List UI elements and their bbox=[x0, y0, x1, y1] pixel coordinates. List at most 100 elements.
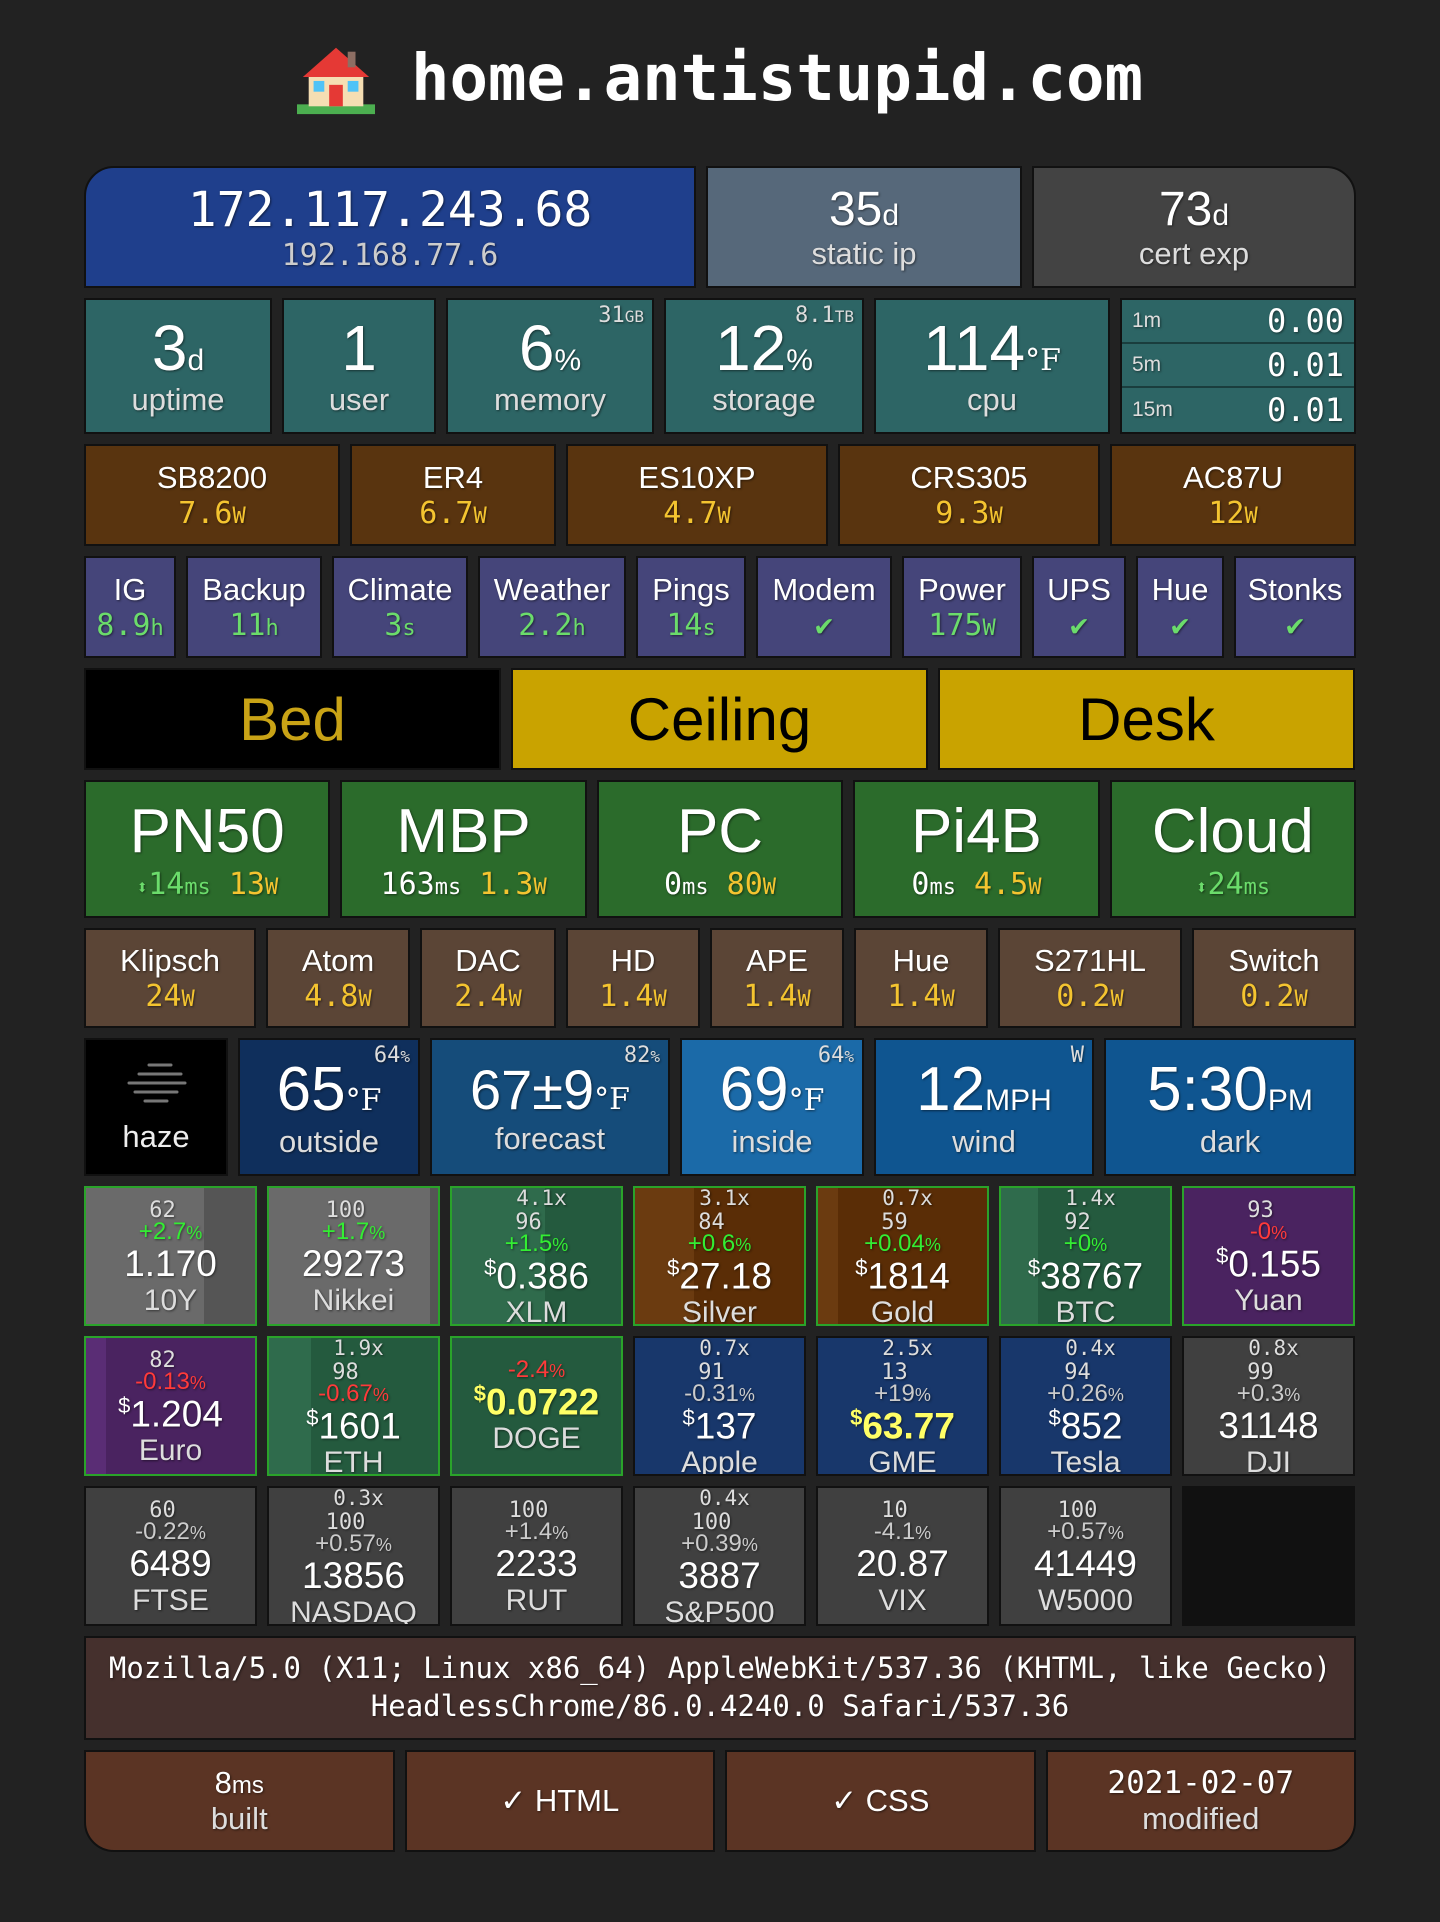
stock-price-value: 38767 bbox=[1040, 1255, 1144, 1297]
job-value: ✔ bbox=[1070, 608, 1088, 643]
job-tile: IG 8.9h bbox=[84, 556, 176, 658]
stock-change: +0.3% bbox=[1237, 1382, 1300, 1406]
stock-name: Yuan bbox=[1234, 1284, 1303, 1318]
stock-change: +0.57% bbox=[315, 1532, 392, 1556]
stock-price-value: 1.204 bbox=[130, 1393, 223, 1435]
css-validator-link[interactable]: ✓ CSS bbox=[725, 1750, 1036, 1852]
gear-tile: ER4 6.7W bbox=[350, 444, 556, 546]
forecast-unit: °F bbox=[594, 1082, 630, 1118]
stock-change-value: +1.4 bbox=[504, 1518, 553, 1546]
stock-name: GME bbox=[868, 1446, 937, 1476]
stock-name: S&P500 bbox=[664, 1596, 775, 1626]
computer-tile: Cloud ⬍24ms bbox=[1109, 780, 1357, 918]
computer-name: MBP bbox=[396, 797, 531, 866]
stock-tile: 0.3x 100 +0.57% 13856 NASDAQ bbox=[267, 1486, 440, 1626]
device-power-value: 0.2 bbox=[1056, 978, 1111, 1014]
stock-tile: 0.7x 59 +0.04% $1814 Gold bbox=[816, 1186, 989, 1326]
job-value-unit: h bbox=[265, 615, 279, 641]
stock-price: $0.155 bbox=[1216, 1244, 1321, 1285]
stock-change-value: -0.31 bbox=[684, 1380, 739, 1408]
device-power-value: 1.4 bbox=[599, 978, 654, 1014]
computer-power: 1.3 bbox=[479, 867, 534, 902]
percent-sign: % bbox=[372, 1385, 389, 1406]
check-icon: ✔ bbox=[1170, 607, 1190, 643]
check-icon: ✔ bbox=[1069, 607, 1089, 643]
storage-unit: % bbox=[786, 344, 813, 378]
built-time-value: 8 bbox=[214, 1765, 232, 1800]
gear-tile: SB8200 7.6W bbox=[84, 444, 340, 546]
outside-humidity: 64% bbox=[374, 1043, 410, 1068]
percent-sign: % bbox=[1271, 1223, 1288, 1244]
stock-name: 10Y bbox=[143, 1284, 198, 1318]
computer-stats: ⬍24ms bbox=[1195, 867, 1270, 902]
load-average-tile: 1m 0.00 5m 0.01 15m 0.01 bbox=[1120, 298, 1356, 434]
computer-ping: 24 bbox=[1207, 867, 1244, 902]
stock-score-bar bbox=[818, 1188, 839, 1324]
uptime-label: uptime bbox=[131, 381, 225, 417]
gear-name: AC87U bbox=[1183, 459, 1283, 495]
updown-arrow-icon: ⬍ bbox=[1195, 875, 1208, 899]
user-label: user bbox=[328, 381, 390, 417]
built-time-tile: 8ms built bbox=[84, 1750, 395, 1852]
stock-change-value: +0.04 bbox=[864, 1230, 925, 1258]
lights-row: Bed Ceiling Desk bbox=[84, 668, 1356, 770]
job-value-number: 3 bbox=[384, 607, 403, 643]
inside-temp-unit: °F bbox=[788, 1083, 825, 1119]
percent-sign: % bbox=[369, 1223, 386, 1244]
ip-tile: 172.117.243.68 192.168.77.6 bbox=[84, 166, 696, 288]
stock-change: +0.04% bbox=[864, 1232, 941, 1256]
stock-price: $27.18 bbox=[667, 1256, 772, 1297]
load-value: 0.01 bbox=[1266, 346, 1344, 384]
gear-power: 9.3W bbox=[935, 496, 1002, 531]
device-name: APE bbox=[745, 942, 809, 978]
device-power-value: 1.4 bbox=[887, 978, 942, 1014]
user-agent: Mozilla/5.0 (X11; Linux x86_64) AppleWeb… bbox=[84, 1636, 1356, 1740]
stock-multiplier: 0.7x bbox=[699, 1336, 750, 1361]
device-power-value: 1.4 bbox=[743, 978, 798, 1014]
stock-name: Silver bbox=[681, 1296, 757, 1326]
stock-change: -0% bbox=[1250, 1220, 1287, 1244]
wind-tile: W 12MPH wind bbox=[874, 1038, 1094, 1176]
device-tile: Hue 1.4W bbox=[854, 928, 988, 1028]
job-value: ✔ bbox=[1286, 608, 1304, 643]
check-icon: ✔ bbox=[1285, 607, 1305, 643]
light-desk-button[interactable]: Desk bbox=[938, 668, 1355, 770]
network-row: 172.117.243.68 192.168.77.6 35d static i… bbox=[84, 166, 1356, 288]
computer-power: 13 bbox=[228, 867, 265, 902]
stock-price: 29273 bbox=[302, 1244, 405, 1285]
device-power-value: 4.8 bbox=[304, 978, 359, 1014]
stock-change-value: +1.7 bbox=[321, 1218, 370, 1246]
stock-tile: 62 +2.7% 1.170 10Y bbox=[84, 1186, 257, 1326]
stock-price: 2233 bbox=[495, 1544, 577, 1585]
static-ip-label: static ip bbox=[811, 236, 917, 272]
computer-power-unit: W bbox=[265, 875, 279, 900]
user-value: 1 bbox=[341, 312, 377, 385]
percent-sign: % bbox=[186, 1223, 203, 1244]
light-bed-button[interactable]: Bed bbox=[84, 668, 501, 770]
percent-sign: % bbox=[552, 1235, 569, 1256]
stock-multiplier: 2.5x bbox=[882, 1336, 933, 1361]
computer-power: 80 bbox=[726, 867, 763, 902]
gear-power-unit: W bbox=[1244, 503, 1258, 529]
stock-change-value: +19 bbox=[874, 1380, 915, 1408]
stock-price-value: 0.386 bbox=[496, 1255, 589, 1297]
stock-change-value: +0.57 bbox=[1047, 1518, 1108, 1546]
stock-price-value: 13856 bbox=[302, 1555, 405, 1597]
stocks-row: 82 -0.13% $1.204 Euro 1.9x 98 -0.67% $1601 ETH -2… bbox=[84, 1336, 1356, 1476]
gear-name: SB8200 bbox=[156, 459, 268, 495]
stock-change-value: +0.26 bbox=[1047, 1380, 1108, 1408]
computer-stats: ⬍14ms 13W bbox=[136, 867, 278, 902]
cert-tile: 73d cert exp bbox=[1032, 166, 1356, 288]
job-value-unit: s bbox=[402, 615, 416, 641]
device-tile: APE 1.4W bbox=[710, 928, 844, 1028]
device-power: 1.4W bbox=[887, 979, 954, 1014]
light-ceiling-button[interactable]: Ceiling bbox=[511, 668, 928, 770]
computer-stats: 0ms 4.5W bbox=[911, 867, 1041, 902]
gear-power-unit: W bbox=[717, 503, 731, 529]
storage-label: storage bbox=[712, 381, 816, 417]
weather-condition-label: haze bbox=[122, 1118, 190, 1154]
dollar-sign: $ bbox=[484, 1255, 497, 1281]
stock-price: $0.386 bbox=[484, 1256, 589, 1297]
stock-multiplier: 0.7x bbox=[882, 1186, 933, 1211]
html-validator-link[interactable]: ✓ HTML bbox=[404, 1750, 715, 1852]
